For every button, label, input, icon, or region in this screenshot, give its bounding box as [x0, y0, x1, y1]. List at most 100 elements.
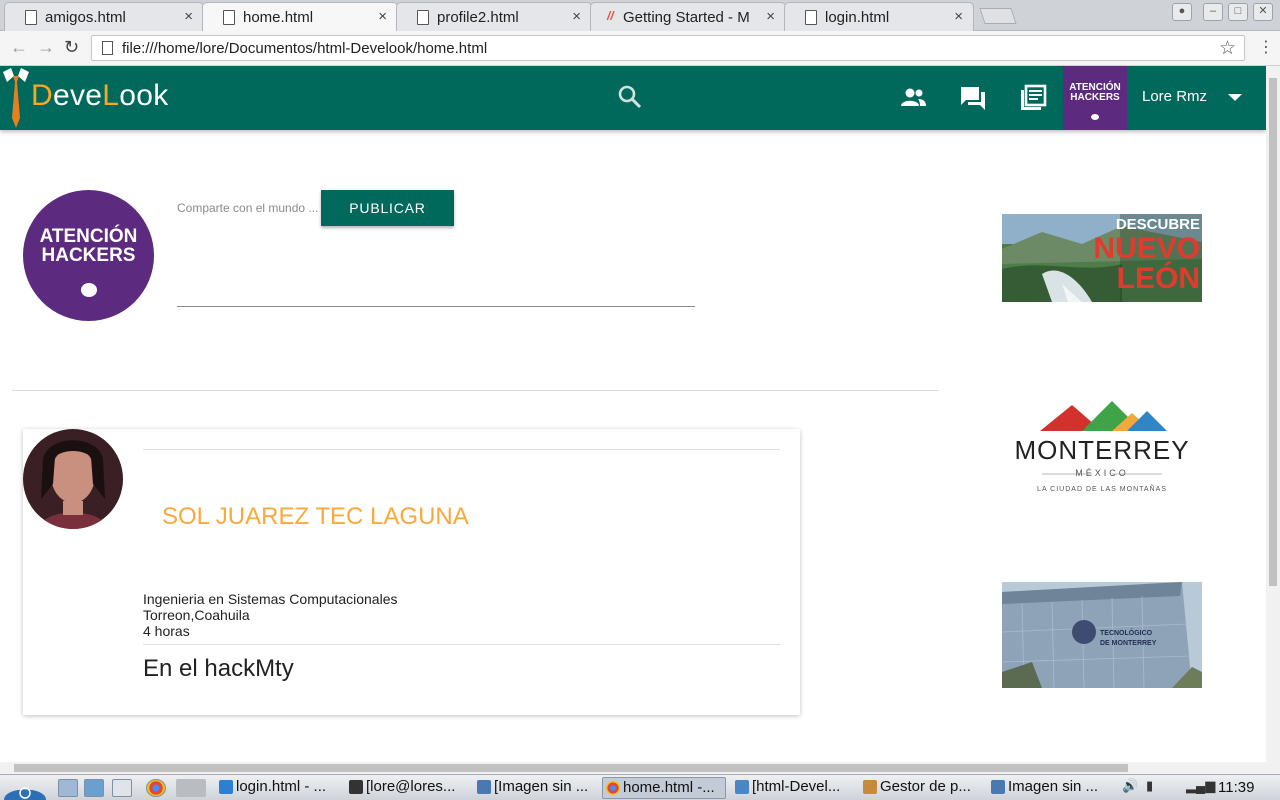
taskbar-label: Gestor de p...	[880, 778, 971, 795]
close-icon[interactable]: ×	[184, 8, 193, 25]
ad-monterrey[interactable]: MONTERREY MÉXICO LA CIUDAD DE LAS MONTAÑ…	[1002, 401, 1202, 501]
scroll-thumb[interactable]	[14, 764, 1128, 772]
url-text: file:///home/lore/Documentos/html-Develo…	[122, 40, 488, 57]
page-icon	[102, 41, 113, 55]
terminal-icon	[349, 780, 363, 794]
signal-icon[interactable]: ▂▄▆	[1186, 778, 1215, 794]
search-icon[interactable]	[617, 84, 643, 110]
brand-letter: L	[102, 79, 120, 112]
avatar-text: HACKERS	[41, 245, 136, 266]
friends-icon[interactable]	[899, 84, 927, 112]
file-manager-icon[interactable]	[58, 779, 78, 797]
author-career: Ingenieria en Sistemas Computacionales	[143, 591, 398, 607]
close-icon[interactable]: ×	[378, 8, 387, 25]
ad-tec-monterrey[interactable]: TECNOLÓGICO DE MONTERREY	[1002, 582, 1202, 688]
tab-amigos[interactable]: amigos.html ×	[4, 2, 204, 31]
taskbar-label: [lore@lores...	[366, 778, 456, 795]
taskbar-item[interactable]: Gestor de p...	[860, 777, 984, 799]
materialize-icon: //	[607, 9, 614, 23]
address-bar[interactable]: file:///home/lore/Documentos/html-Develo…	[91, 35, 1245, 61]
page-viewport: DeveLook ATENCIÓN HACKERS Lore Rmz ATENC…	[0, 66, 1266, 762]
taskbar-item[interactable]: Imagen sin ...	[988, 777, 1114, 799]
chrome-icon	[606, 781, 620, 795]
battery-icon[interactable]: ▮	[1146, 778, 1153, 794]
menu-kebab-icon[interactable]: ⋮	[1258, 37, 1274, 57]
image-viewer-icon	[991, 780, 1005, 794]
tab-login[interactable]: login.html ×	[784, 2, 974, 31]
divider	[12, 390, 939, 391]
taskbar-item[interactable]: home.html -...	[602, 777, 726, 799]
news-icon[interactable]	[1019, 84, 1047, 112]
reload-icon[interactable]: ↻	[64, 37, 79, 58]
brand-text: ook	[119, 79, 169, 112]
network-icon[interactable]	[84, 779, 104, 797]
clock[interactable]: 11:39	[1218, 779, 1254, 796]
brand-letter: D	[31, 79, 53, 112]
bookmark-star-icon[interactable]: ☆	[1219, 37, 1236, 60]
back-icon[interactable]: ←	[10, 37, 28, 58]
avatar-text: HACKERS	[1070, 92, 1120, 103]
ad-text: LEÓN	[1116, 262, 1200, 295]
brand-text: eve	[52, 79, 103, 112]
taskbar-label: [Imagen sin ...	[494, 778, 589, 795]
close-icon[interactable]: ×	[954, 8, 963, 25]
publish-button[interactable]: PUBLICAR	[321, 190, 454, 226]
folder-icon	[735, 780, 749, 794]
author-location: Torreon,Coahuila	[143, 607, 250, 623]
taskbar-item[interactable]: [Imagen sin ...	[474, 777, 598, 799]
avatar-text: ATENCIÓN	[39, 226, 138, 247]
browser-toolbar: ← → ↻ file:///home/lore/Documentos/html-…	[0, 31, 1280, 66]
maximize-button[interactable]: □	[1228, 3, 1248, 21]
close-icon[interactable]: ×	[766, 8, 775, 25]
nav-avatar[interactable]: ATENCIÓN HACKERS	[1063, 66, 1127, 130]
horizontal-scrollbar[interactable]	[0, 762, 1280, 774]
start-menu-icon[interactable]	[2, 776, 48, 800]
package-manager-icon	[863, 780, 877, 794]
taskbar-label: home.html -...	[623, 779, 715, 796]
ad-nuevo-leon[interactable]: DESCUBRE NUEVO LEÓN	[1002, 214, 1202, 302]
textarea-underline	[177, 306, 695, 307]
page-icon	[805, 10, 817, 25]
tab-title: login.html	[825, 9, 890, 26]
dropdown-caret-icon[interactable]	[1228, 94, 1242, 101]
close-window-button[interactable]: ✕	[1253, 3, 1273, 21]
blank-launcher[interactable]	[176, 779, 206, 797]
scroll-thumb[interactable]	[1269, 78, 1277, 586]
post-card: SOL JUAREZ TEC LAGUNA Ingenieria en Sist…	[23, 429, 800, 715]
vertical-scrollbar[interactable]	[1266, 66, 1280, 762]
tie-logo-icon	[3, 68, 29, 128]
taskbar-item[interactable]: [html-Devel...	[732, 777, 856, 799]
tab-profile2[interactable]: profile2.html ×	[396, 2, 592, 31]
post-author[interactable]: SOL JUAREZ TEC LAGUNA	[162, 503, 469, 531]
tab-title: Getting Started - M	[623, 9, 750, 26]
author-avatar[interactable]	[23, 429, 123, 529]
chat-icon[interactable]	[959, 84, 987, 112]
minimize-button[interactable]: –	[1203, 3, 1223, 21]
os-taskbar: login.html - ... [lore@lores... [Imagen …	[0, 774, 1280, 800]
ad-title: MONTERREY	[1014, 435, 1190, 465]
volume-icon[interactable]: 🔊	[1122, 778, 1138, 794]
taskbar-item[interactable]: [lore@lores...	[346, 777, 468, 799]
user-name[interactable]: Lore Rmz	[1142, 88, 1207, 105]
ad-subtitle: MÉXICO	[1075, 468, 1129, 478]
tab-home[interactable]: home.html ×	[202, 2, 398, 32]
image-viewer-icon	[477, 780, 491, 794]
page-icon	[223, 10, 235, 25]
window-icon[interactable]	[112, 779, 132, 797]
tab-getting-started[interactable]: // Getting Started - M ×	[590, 2, 786, 31]
close-icon[interactable]: ×	[572, 8, 581, 25]
post-textarea[interactable]: Comparte con el mundo ...	[177, 201, 318, 215]
tab-title: profile2.html	[437, 9, 519, 26]
tab-title: amigos.html	[45, 9, 126, 26]
cup-icon	[80, 283, 97, 297]
tab-title: home.html	[243, 9, 314, 26]
ad-text: TECNOLÓGICO	[1100, 630, 1153, 637]
chrome-icon[interactable]	[146, 779, 166, 797]
brand-logo[interactable]: DeveLook	[31, 79, 169, 113]
ad-text: DESCUBRE	[1115, 216, 1200, 233]
app-navbar: DeveLook ATENCIÓN HACKERS Lore Rmz	[0, 66, 1266, 130]
forward-icon[interactable]: →	[37, 37, 55, 58]
taskbar-item[interactable]: login.html - ...	[216, 777, 342, 799]
user-icon[interactable]: ●	[1172, 3, 1192, 21]
new-tab-button[interactable]	[979, 8, 1017, 24]
